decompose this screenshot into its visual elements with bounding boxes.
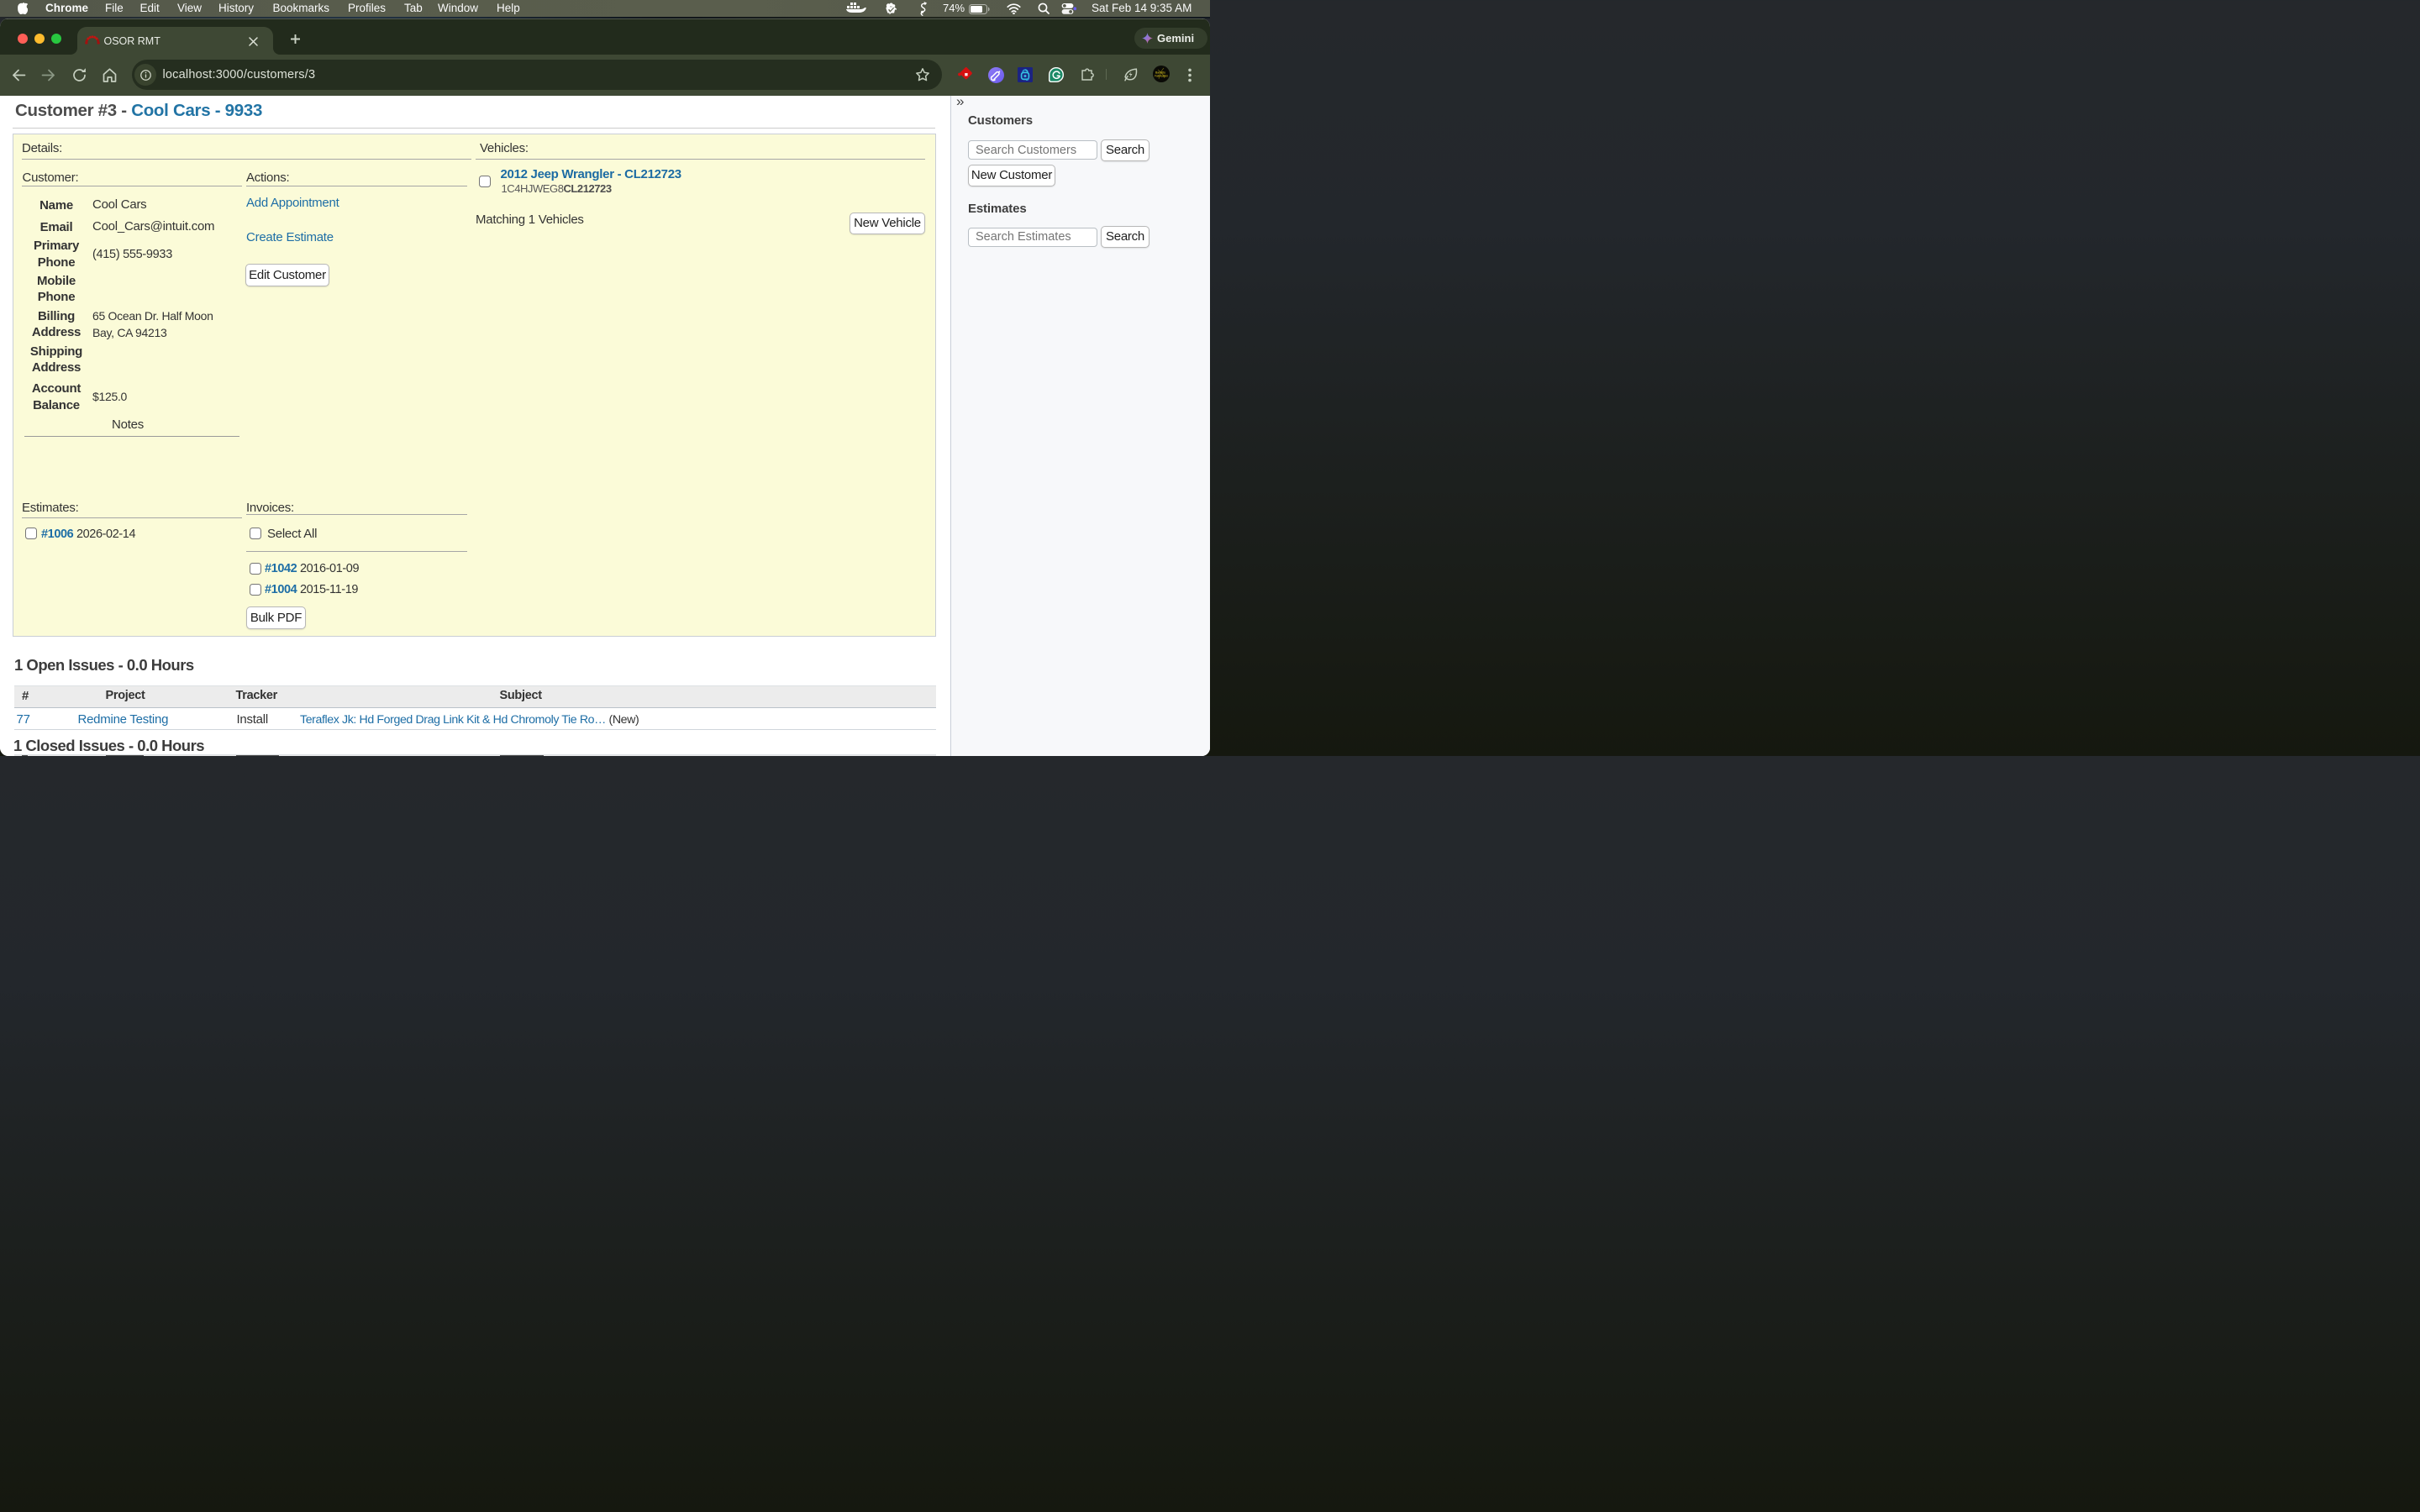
svg-text:Fabrication: Fabrication bbox=[1155, 74, 1168, 77]
